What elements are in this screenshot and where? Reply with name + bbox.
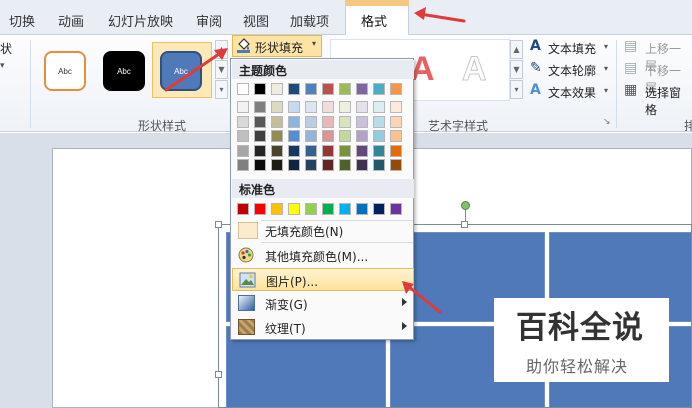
- arrow-to-fill-button: [164, 50, 224, 92]
- arrow-to-picture-item: [406, 284, 442, 314]
- annotation-arrows: [164, 7, 466, 314]
- arrow-head: [214, 48, 228, 60]
- arrow-to-format-tab: [418, 12, 466, 23]
- arrow-head: [414, 7, 426, 20]
